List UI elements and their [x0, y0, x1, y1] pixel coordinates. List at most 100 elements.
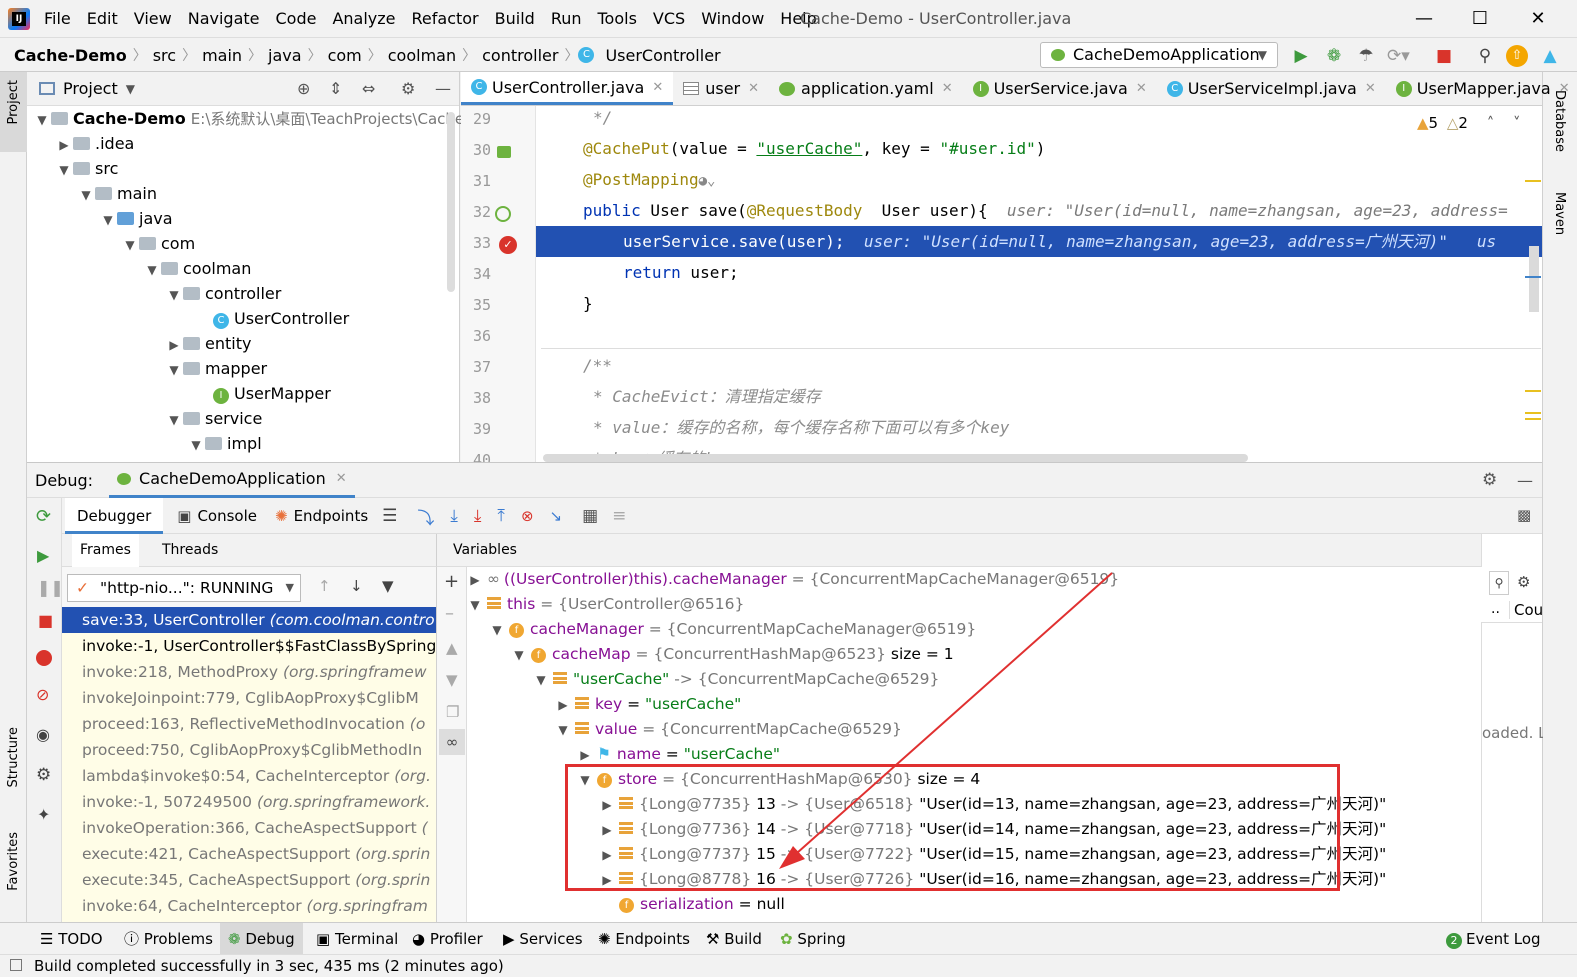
web-icon[interactable]: ◕⌄: [699, 173, 716, 189]
frame-item[interactable]: execute:421, CacheAspectSupport (org.spr…: [62, 841, 436, 867]
menu-window[interactable]: Window: [693, 0, 772, 38]
maven-tool-label[interactable]: Maven: [1552, 192, 1567, 235]
menu-edit[interactable]: Edit: [79, 0, 126, 38]
locate-icon[interactable]: ⊕: [297, 79, 310, 98]
filter-icon[interactable]: ▼: [382, 577, 394, 595]
project-scrollbar[interactable]: [447, 112, 455, 292]
close-icon[interactable]: ✕: [652, 80, 663, 95]
close-icon[interactable]: ✕: [748, 81, 759, 96]
arrow-down-icon[interactable]: ↓: [350, 577, 363, 595]
restore-layout-icon[interactable]: ▩: [1517, 506, 1531, 524]
menu-navigate[interactable]: Navigate: [180, 0, 268, 38]
tree-node-usercontroller[interactable]: C UserController: [213, 306, 349, 331]
frame-item[interactable]: invoke:64, CacheInterceptor (org.springf…: [62, 893, 436, 919]
breadcrumb-src[interactable]: src: [147, 46, 182, 65]
debug-session-tab[interactable]: CacheDemoApplication ✕: [109, 463, 355, 498]
view-breakpoints-icon[interactable]: [36, 650, 52, 666]
drop-frame-icon[interactable]: ⊗: [521, 507, 534, 525]
chevron-down-icon[interactable]: ▼: [126, 82, 135, 96]
project-tool-label[interactable]: Project: [6, 80, 21, 124]
close-icon[interactable]: ✕: [1136, 81, 1147, 96]
watches-glasses-icon[interactable]: ∞: [439, 729, 465, 755]
expand-all-icon[interactable]: ⇕: [329, 79, 342, 98]
gear-icon[interactable]: ⚙: [1517, 573, 1530, 591]
gear-icon[interactable]: ⚙: [401, 79, 415, 98]
remove-watch-icon[interactable]: –: [445, 603, 454, 624]
breadcrumb-com[interactable]: com: [322, 46, 368, 65]
hide-icon[interactable]: —: [1517, 471, 1533, 490]
variable-value[interactable]: ▼ value = {ConcurrentMapCache@6529}: [555, 717, 901, 742]
tree-node-coolman[interactable]: ▼ coolman: [143, 256, 251, 281]
stop-icon[interactable]: ■: [38, 611, 53, 630]
evaluate-icon[interactable]: ▦: [582, 506, 598, 526]
tree-node-root[interactable]: ▼ Cache-Demo E:\系统默认\桌面\TeachProjects\Cac…: [33, 106, 469, 131]
frame-item[interactable]: save:33, UserController (com.coolman.con…: [62, 607, 436, 633]
count-column-header[interactable]: Cou: [1509, 601, 1543, 619]
search-icon[interactable]: ⚲: [1489, 571, 1509, 595]
run-configuration-select[interactable]: CacheDemoApplication ▼: [1040, 42, 1278, 68]
variable-cachemanager[interactable]: ▼ f cacheManager = {ConcurrentMapCacheMana…: [489, 617, 976, 642]
tool-debug[interactable]: ❁ Debug: [220, 923, 303, 955]
chevron-up-icon[interactable]: ˄: [1487, 114, 1495, 132]
tree-node-java[interactable]: ▼ java: [99, 206, 172, 231]
pin-icon[interactable]: ✦: [37, 805, 50, 824]
run-icon[interactable]: ▶: [1290, 45, 1312, 67]
tab-usercontroller[interactable]: C UserController.java ✕: [461, 72, 674, 105]
menu-file[interactable]: File: [36, 0, 79, 38]
tab-application-yaml[interactable]: application.yaml ✕: [769, 72, 963, 105]
frame-item[interactable]: execute:345, CacheAspectSupport (org.spr…: [62, 867, 436, 893]
tree-node-main[interactable]: ▼ main: [77, 181, 157, 206]
frame-item[interactable]: proceed:750, CglibAopProxy$CglibMethodIn: [62, 737, 436, 763]
menu-build[interactable]: Build: [487, 0, 543, 38]
move-down-icon[interactable]: ▼: [446, 671, 458, 689]
frame-item[interactable]: invoke:-1, UserController$$FastClassBySp…: [62, 633, 436, 659]
tab-threads[interactable]: Threads: [154, 534, 226, 567]
breadcrumb-java[interactable]: java: [262, 46, 308, 65]
variable-key[interactable]: ▶ key = "userCache": [555, 692, 741, 717]
status-checkbox-icon[interactable]: [10, 959, 22, 971]
chevron-down-icon[interactable]: ˅: [1513, 114, 1521, 132]
copy-icon[interactable]: ❐: [446, 703, 459, 721]
tool-endpoints[interactable]: ✺ Endpoints: [598, 923, 690, 955]
tab-userserviceimpl[interactable]: C UserServiceImpl.java ✕: [1157, 72, 1386, 105]
menu-vcs[interactable]: VCS: [645, 0, 693, 38]
close-icon[interactable]: ✕: [1365, 81, 1376, 96]
inspection-widget[interactable]: ▲5 △2 ˄ ˅: [1417, 114, 1521, 132]
tree-node-src[interactable]: ▼ src: [55, 156, 118, 181]
maximize-button[interactable]: ☐: [1452, 0, 1508, 38]
gear-icon[interactable]: ⚙: [36, 765, 51, 785]
profiler-icon[interactable]: ⟳▾: [1387, 45, 1410, 67]
breakpoint-icon[interactable]: ✓: [499, 236, 517, 254]
search-icon[interactable]: ⚲: [1474, 45, 1496, 67]
minimize-button[interactable]: —: [1396, 0, 1452, 38]
move-up-icon[interactable]: ▲: [446, 639, 458, 657]
project-panel-title[interactable]: Project: [63, 79, 118, 98]
frame-item[interactable]: invokeOperation:366, CacheAspectSupport …: [62, 815, 436, 841]
tree-node-service[interactable]: ▼ service: [165, 406, 262, 431]
update-icon[interactable]: ⇧: [1506, 45, 1528, 67]
breadcrumb-project[interactable]: Cache-Demo: [8, 46, 133, 65]
step-over-icon[interactable]: ⤵: [417, 504, 434, 529]
run-to-cursor-icon[interactable]: ↘: [550, 507, 563, 525]
step-out-icon[interactable]: ⤒: [497, 506, 505, 526]
stop-icon[interactable]: ■: [1433, 45, 1455, 67]
thread-select[interactable]: ✓ "http-nio...": RUNNING ▼: [67, 574, 301, 602]
breadcrumb-coolman[interactable]: coolman: [382, 46, 462, 65]
variable-serialization[interactable]: f serialization = null: [599, 892, 785, 917]
breadcrumb-main[interactable]: main: [196, 46, 248, 65]
force-step-into-icon[interactable]: ⤓: [474, 506, 482, 526]
menu-analyze[interactable]: Analyze: [324, 0, 403, 38]
tree-node-impl[interactable]: ▼ impl: [187, 431, 261, 456]
endpoint-gutter-icon[interactable]: [495, 206, 511, 222]
pause-icon[interactable]: ❚❚: [37, 578, 64, 597]
collapse-all-icon[interactable]: ⇔: [362, 79, 375, 98]
arrow-up-icon[interactable]: ↑: [318, 577, 331, 595]
close-button[interactable]: ✕: [1510, 0, 1566, 38]
coverage-icon[interactable]: ☂: [1355, 45, 1377, 67]
tool-services[interactable]: ▶ Services: [503, 923, 583, 955]
variable-watch-cachemanager[interactable]: ▶ ∞ ((UserController)this).cacheManager = …: [467, 567, 1119, 592]
tree-node-usermapper[interactable]: I UserMapper: [213, 381, 331, 406]
close-icon[interactable]: ✕: [336, 471, 347, 486]
bean-gutter-icon[interactable]: [497, 146, 511, 158]
gear-icon[interactable]: ⚙: [1482, 470, 1497, 490]
